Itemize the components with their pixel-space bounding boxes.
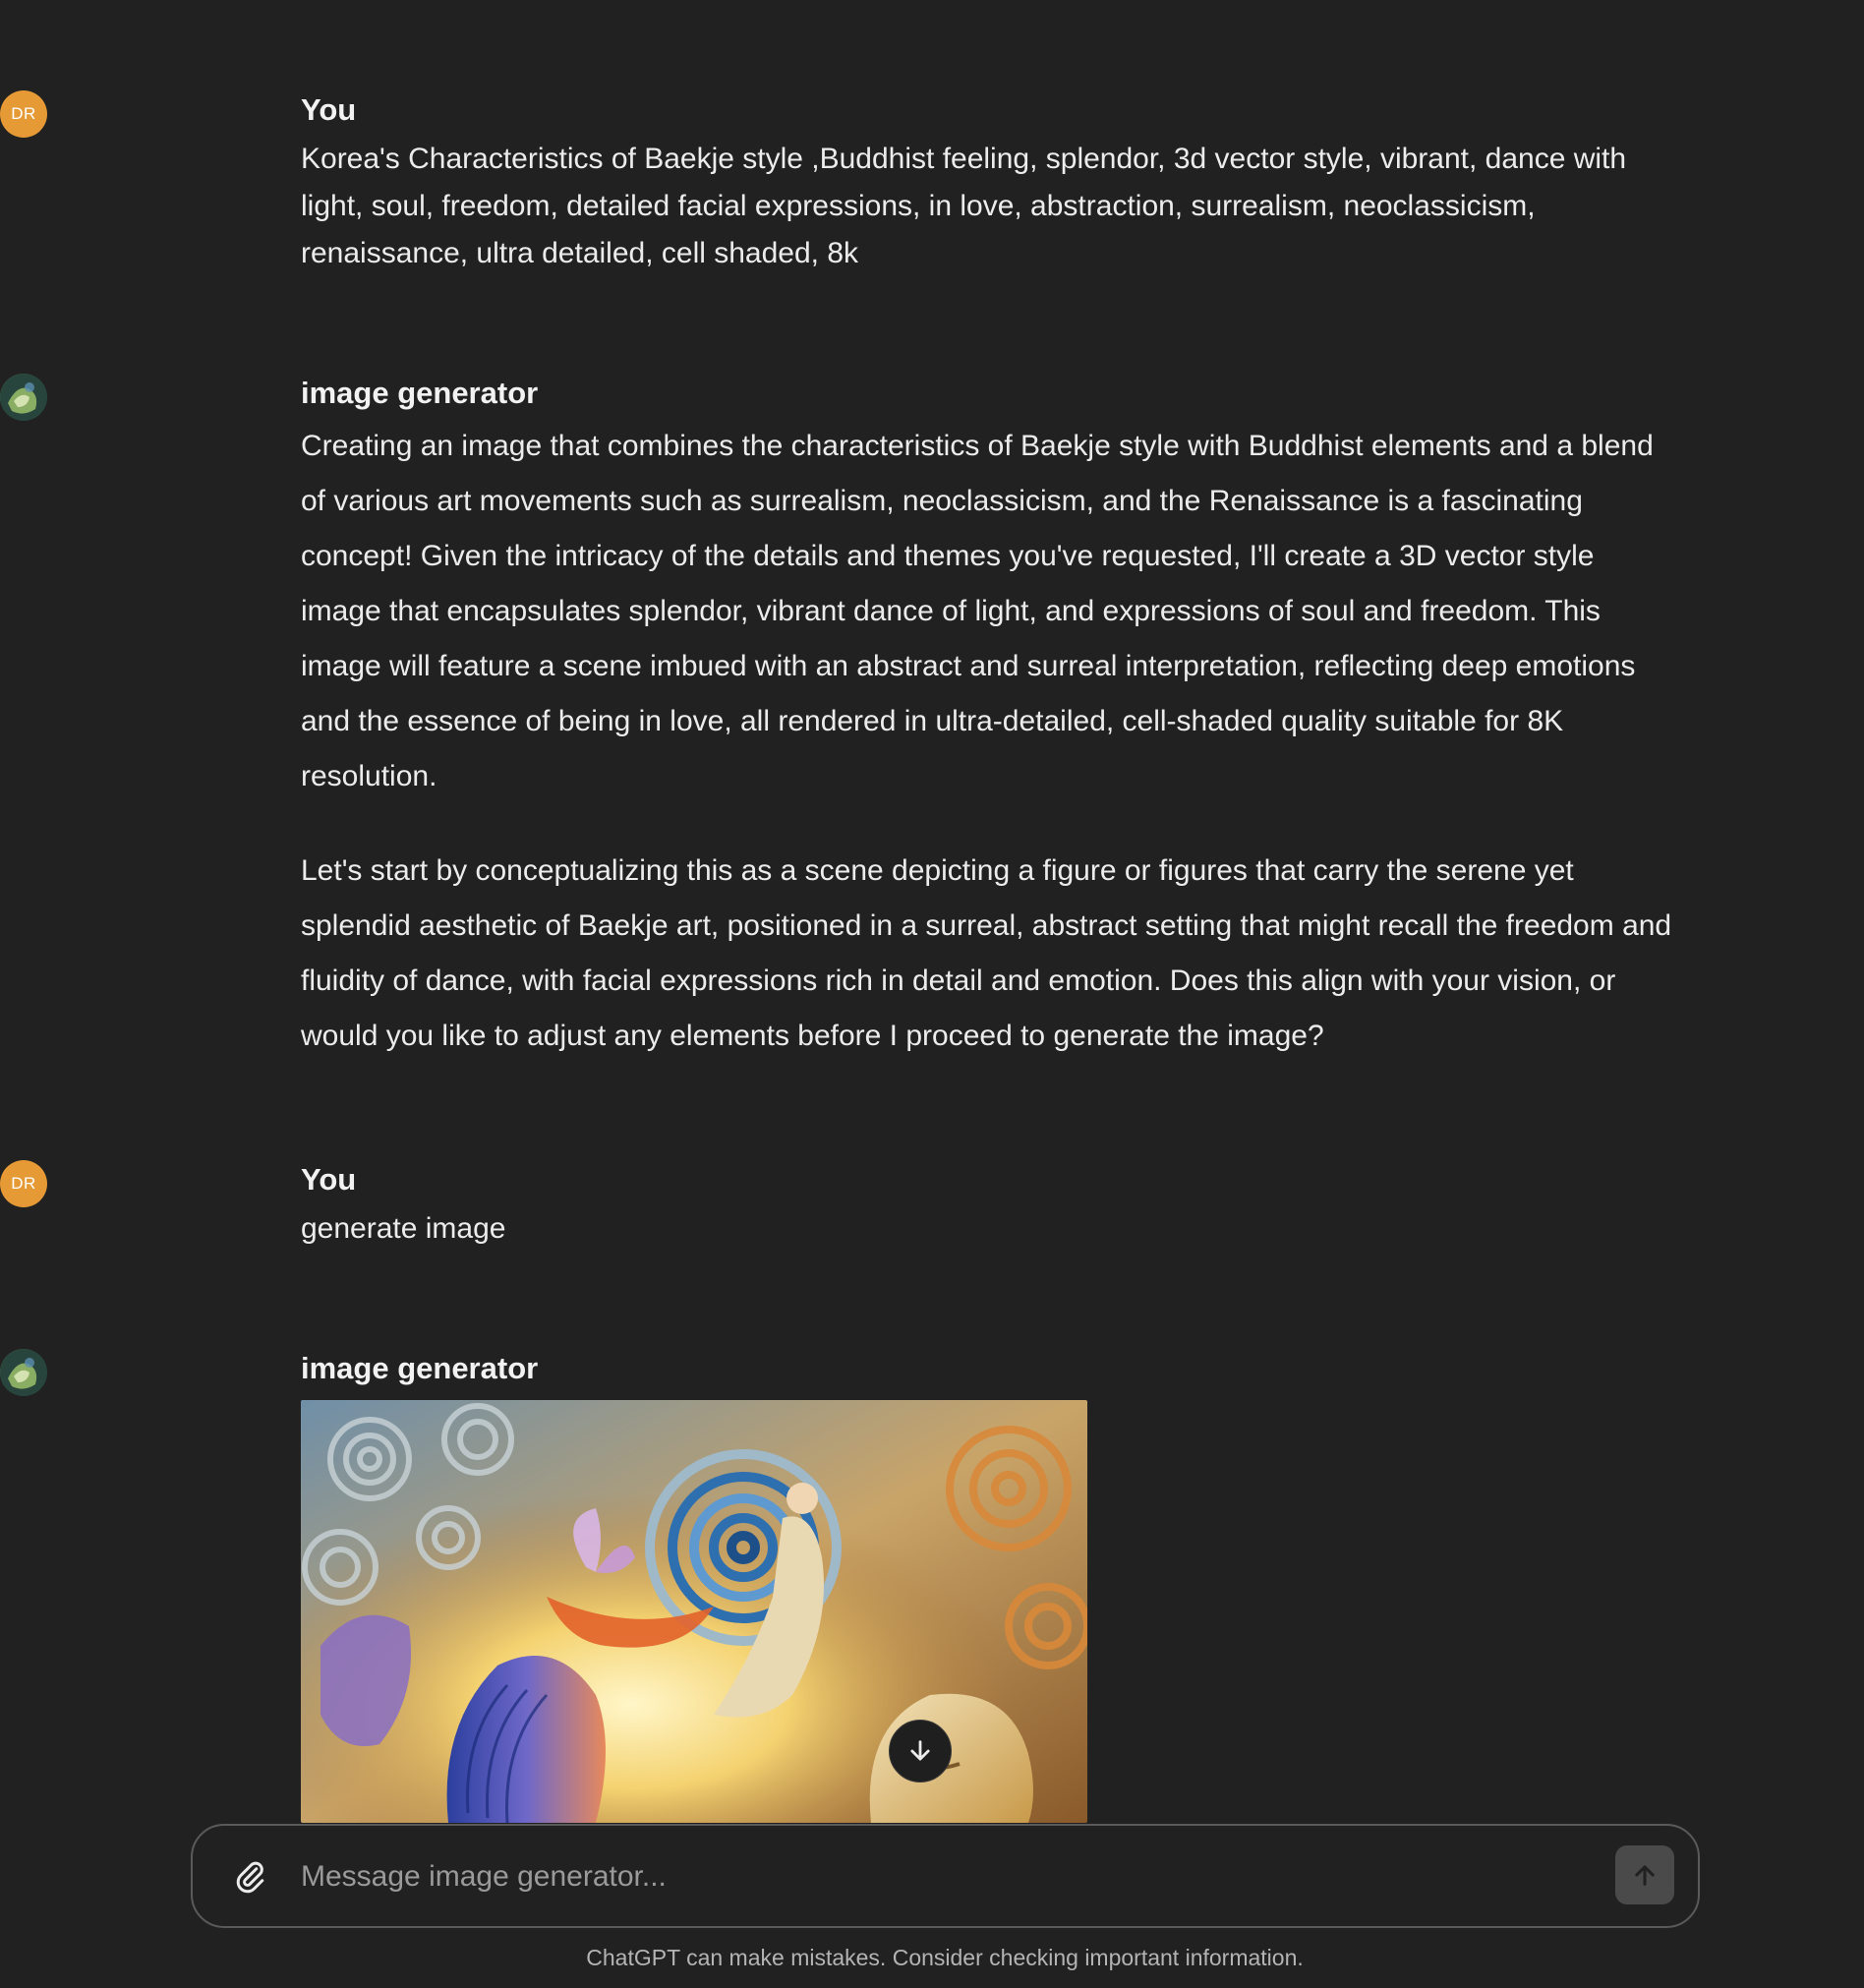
user-avatar: DR <box>0 90 47 138</box>
message-author: image generator <box>301 376 539 410</box>
user-message: DR You generate image <box>0 1160 1664 1253</box>
assistant-avatar <box>0 1349 47 1396</box>
arrow-up-icon <box>1635 1865 1655 1886</box>
message-composer <box>191 1824 1700 1928</box>
message-body: Creating an image that combines the char… <box>301 419 1677 1064</box>
arrow-down-icon <box>910 1740 930 1761</box>
assistant-message: image generator <box>0 1349 1664 1396</box>
scroll-to-bottom-button[interactable] <box>889 1720 952 1783</box>
send-button[interactable] <box>1615 1845 1674 1904</box>
assistant-avatar <box>0 374 47 421</box>
avatar-initials: DR <box>11 104 36 123</box>
user-avatar: DR <box>0 1160 47 1207</box>
user-message: DR You Korea's Characteristics of Baekje… <box>0 90 1664 277</box>
message-paragraph: Creating an image that combines the char… <box>301 430 1654 792</box>
avatar-initials: DR <box>11 1174 36 1193</box>
assistant-message: image generator Creating an image that c… <box>0 374 1671 1064</box>
message-input[interactable] <box>301 1853 1579 1900</box>
generated-image-art <box>301 1400 1087 1823</box>
assistant-avatar-art <box>0 374 47 421</box>
paperclip-icon <box>236 1861 264 1894</box>
attach-button[interactable] <box>232 1857 267 1897</box>
message-author: You <box>301 92 357 127</box>
message-author: You <box>301 1162 357 1197</box>
message-text: generate image <box>301 1212 506 1245</box>
chat-page: DR You Korea's Characteristics of Baekje… <box>0 0 1864 1988</box>
message-author: image generator <box>301 1351 539 1385</box>
message-text: Korea's Characteristics of Baekje style … <box>301 143 1627 269</box>
generated-image[interactable] <box>301 1400 1087 1823</box>
message-paragraph: Let's start by conceptualizing this as a… <box>301 854 1672 1052</box>
assistant-avatar-art <box>0 1349 47 1396</box>
disclaimer-text: ChatGPT can make mistakes. Consider chec… <box>586 1945 1304 1970</box>
